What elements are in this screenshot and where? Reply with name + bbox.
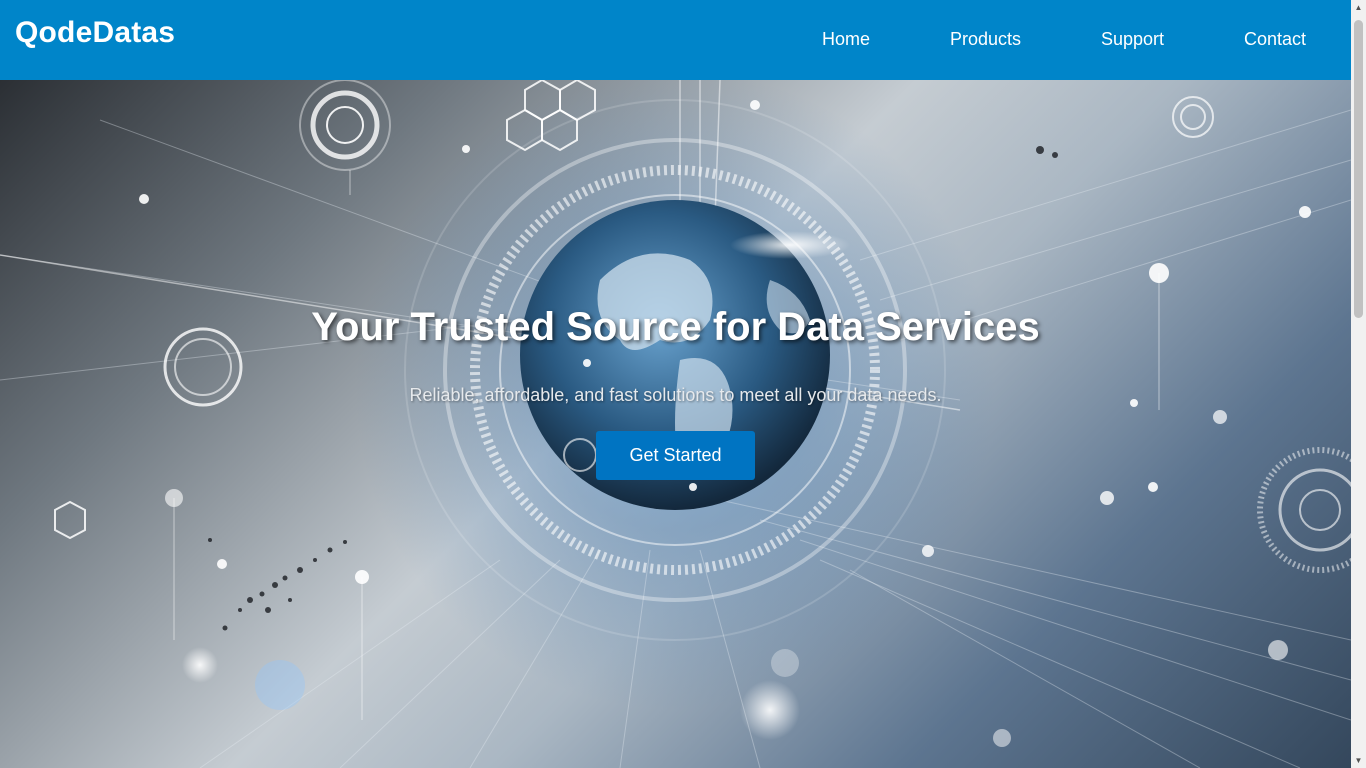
page: QodeDatas Home Products Support Contact [0,0,1366,768]
get-started-button[interactable]: Get Started [596,431,755,480]
nav-link-home[interactable]: Home [822,29,870,50]
hero-section: Your Trusted Source for Data Services Re… [0,80,1351,768]
scrollbar-thumb[interactable] [1354,20,1363,318]
brand-logo[interactable]: QodeDatas [15,16,175,50]
hero-content: Your Trusted Source for Data Services Re… [0,80,1351,768]
scroll-down-arrow-icon[interactable]: ▼ [1351,753,1366,768]
nav-link-products[interactable]: Products [950,29,1021,50]
nav-link-contact[interactable]: Contact [1244,29,1306,50]
vertical-scrollbar[interactable]: ▲ ▼ [1351,0,1366,768]
nav-link-support[interactable]: Support [1101,29,1164,50]
hero-title: Your Trusted Source for Data Services [311,305,1040,349]
scroll-up-arrow-icon[interactable]: ▲ [1351,0,1366,15]
hero-subtitle: Reliable, affordable, and fast solutions… [409,385,942,405]
top-navbar: QodeDatas Home Products Support Contact [0,0,1351,80]
